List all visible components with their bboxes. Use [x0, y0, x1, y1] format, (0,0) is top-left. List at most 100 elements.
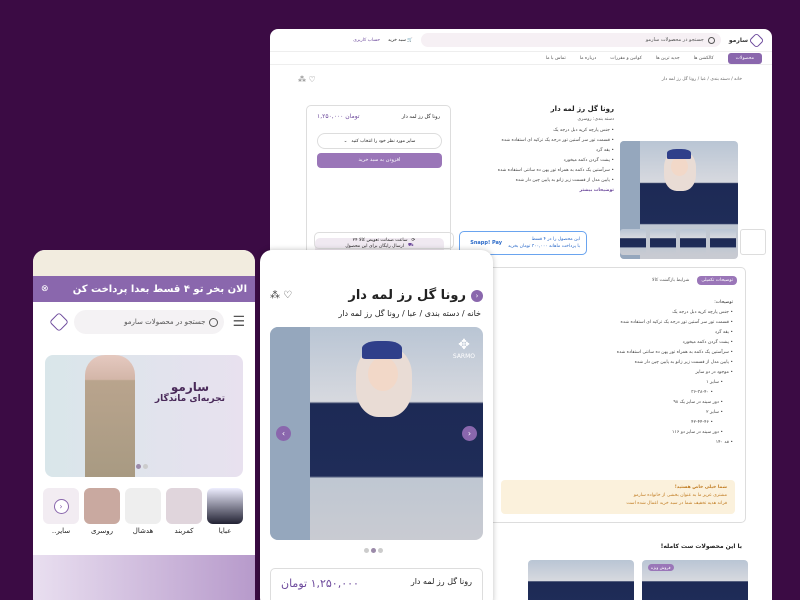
category-abaya[interactable]: عبایا	[207, 488, 243, 535]
search-input[interactable]: جستجو در محصولات سارمو	[420, 33, 721, 47]
feature-item: پشت گردن دکمه میخورد	[454, 158, 614, 163]
buy-product-name: رونا گل رز لمه دار	[401, 114, 440, 120]
mobile-logo[interactable]	[49, 312, 70, 332]
installment-banner-text: الان بخر تو ۴ قسط بعدا پرداخت کن	[72, 283, 247, 295]
share-icons[interactable]: ⁂ ♡	[298, 75, 316, 84]
cart-link[interactable]: 🛒 سبد خرید	[388, 38, 413, 43]
notice-title: شما خیلی خاص هستید!	[674, 485, 727, 490]
size-select[interactable]: ⌄ سایز مورد نظر خود را انتخاب کنید	[317, 133, 442, 149]
menu-icon[interactable]: ☰	[232, 314, 245, 330]
chevron-down-icon: ⌄	[343, 138, 348, 144]
nav-contact[interactable]: تماس با ما	[546, 56, 566, 61]
image-dots	[363, 548, 384, 555]
brand-watermark: ✥ SARMO	[452, 337, 475, 360]
description-item: قسمت تور سر آستین تور درجه یک ترکیه ای ا…	[533, 320, 733, 325]
related-title: با این محصولات ست کامله!	[660, 543, 742, 550]
promo-banner[interactable]	[33, 555, 255, 600]
thumbnail[interactable]	[680, 229, 706, 255]
nav-about[interactable]: درباره ما	[580, 56, 597, 61]
mobile-price-box: رونا گل رز لمه دار ۱,۲۵۰,۰۰۰ تومان	[270, 568, 483, 600]
tab-returns[interactable]: شرایط بازگشت کالا	[648, 276, 693, 285]
more-details-link[interactable]: توضیحات بیشتر	[454, 188, 614, 193]
category-label: کمربند	[174, 527, 194, 535]
nav-products[interactable]: محصولات	[727, 52, 762, 64]
hero-model	[85, 355, 135, 477]
warranty-text: ۲۴ ساعت ضمانت تعویض کالا	[352, 238, 408, 243]
installment-banner[interactable]: الان بخر تو ۴ قسط بعدا پرداخت کن ⊗	[33, 276, 255, 302]
mobile-search-input[interactable]: جستجو در محصولات سارمو	[74, 310, 225, 334]
snapp-pay-logo: Snapp! Pay	[470, 240, 502, 246]
description-body: توضیحات: جنس پارچه کرپه دبل درجه یک قسمت…	[533, 300, 733, 450]
description-item: موجود در دو سایز	[533, 370, 733, 375]
chevron-left-icon: ‹	[53, 498, 69, 514]
product-title: رونا گل رز لمه دار	[550, 105, 614, 113]
category-other[interactable]: ‹ سایر..	[43, 488, 79, 535]
feature-item: پایین مدل از قسمت زیر زانو به پایین چین …	[454, 178, 614, 183]
mobile-search-placeholder: جستجو در محصولات سارمو	[124, 318, 206, 326]
breadcrumb: خانه / دسته بندی / عبا / رونا گل رز لمه …	[661, 77, 742, 82]
mobile-product-image[interactable]: ✥ SARMO ‹ ›	[270, 327, 483, 540]
hero-title: سارمو	[170, 380, 210, 394]
category-belt[interactable]: کمربند	[166, 488, 202, 535]
category-label: عبایا	[218, 527, 232, 535]
product-header: ‹ رونا گل رز لمه دار	[348, 288, 483, 303]
status-area	[33, 250, 255, 276]
category-scarf[interactable]: روسری	[84, 488, 120, 535]
buy-price: ۱,۲۵۰,۰۰۰ تومان	[317, 113, 360, 120]
product-info: رونا گل رز لمه دار دسته بندی: روسری جنس …	[454, 105, 614, 193]
add-to-cart-button[interactable]: افزودن به سبد خرید	[317, 153, 442, 168]
nav-collections[interactable]: کالکشن ها	[694, 56, 714, 61]
tab-details[interactable]: توضیحات تکمیلی	[697, 276, 737, 285]
thumbnail[interactable]	[620, 229, 646, 255]
feature-item: سرآستین یک دکمه به همراه تور پهن ده سانت…	[454, 168, 614, 173]
description-item: سایز ۲	[533, 410, 723, 415]
description-item: یقه گرد	[533, 330, 733, 335]
nav-rules[interactable]: کوانین و مقررات	[610, 56, 642, 61]
share-like-icons[interactable]: ⁂ ♡	[270, 290, 292, 301]
hero-subtitle: تجربه‌ای ماندگار	[154, 394, 225, 404]
more-thumbnails-button[interactable]	[740, 229, 766, 255]
feature-item: یقه گرد	[454, 148, 614, 153]
description-item: جنس پارچه کرپه دبل درجه یک	[533, 310, 733, 315]
search-placeholder: جستجو در محصولات سارمو	[645, 37, 704, 43]
prev-image-button[interactable]: ‹	[276, 426, 291, 441]
description-item: دور سینه در سایز یک ۹۸	[533, 400, 723, 405]
related-card[interactable]	[528, 560, 634, 600]
size-select-value: سایز مورد نظر خود را انتخاب کنید	[351, 138, 416, 144]
category-headshawl[interactable]: هدشال	[125, 488, 161, 535]
description-item: پایین مدل از قسمت زیر زانو به پایین چین …	[533, 360, 733, 365]
mobile-product: ⁂ ♡ ‹ رونا گل رز لمه دار خانه / دسته بند…	[260, 250, 493, 600]
logo-icon	[748, 32, 765, 48]
description-tabs: توضیحات تکمیلی شرایط بازگشت کالا	[648, 276, 737, 285]
hero-banner[interactable]: سارمو تجربه‌ای ماندگار	[45, 355, 243, 477]
category-label: هدشال	[132, 527, 154, 535]
thumbnail[interactable]	[710, 229, 736, 255]
category-row: عبایا کمربند هدشال روسری ‹ سایر..	[43, 488, 243, 535]
desktop-header: سارمو جستجو در محصولات سارمو 🛒 سبد خرید …	[270, 29, 772, 51]
description-item: قد ۱۴۰	[533, 440, 733, 445]
description-title: توضیحات:	[714, 300, 733, 305]
related-card[interactable]: فروش ویژه	[642, 560, 748, 600]
mobile-home: الان بخر تو ۴ قسط بعدا پرداخت کن ⊗ ☰ جست…	[33, 250, 255, 600]
back-icon[interactable]: ‹	[471, 289, 483, 302]
account-link[interactable]: حساب کاربری	[353, 38, 380, 43]
description-panel: توضیحات تکمیلی شرایط بازگشت کالا توضیحات…	[488, 267, 746, 523]
snapp-line1: این محصول را در ۴ قسط	[531, 237, 580, 242]
notice-line1: مشتری عزیز ما به عنوان بخشی از خانواده س…	[633, 493, 727, 498]
feature-item: جنس پارچه کرپه دبل درجه یک	[454, 128, 614, 133]
thumbnail-strip	[620, 229, 766, 255]
cart-label: سبد خرید	[388, 37, 406, 43]
close-icon[interactable]: ⊗	[41, 284, 49, 294]
feature-item: قسمت تور سر آستین تور درجه یک ترکیه ای ا…	[454, 138, 614, 143]
description-item: سرآستین یک دکمه به همراه تور پهن ده سانت…	[533, 350, 733, 355]
next-image-button[interactable]: ›	[462, 426, 477, 441]
thumbnail[interactable]	[650, 229, 676, 255]
description-item: ۳۶-۳۸-۴۰	[533, 390, 713, 395]
related-products: فروش ویژه	[528, 560, 748, 600]
logo[interactable]: سارمو	[728, 32, 765, 48]
category-label: سایر..	[51, 527, 71, 535]
logo-text: سارمو	[728, 36, 748, 44]
nav-newest[interactable]: جدید ترین ها	[656, 56, 680, 61]
description-item: ۴۲-۴۴-۴۶	[533, 420, 713, 425]
description-item: سایز ۱	[533, 380, 723, 385]
